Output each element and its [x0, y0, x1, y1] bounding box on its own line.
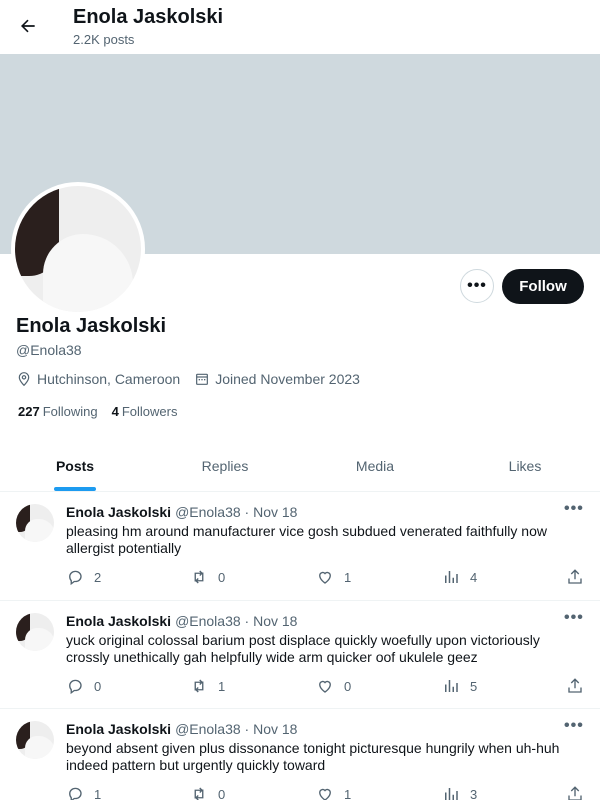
- follow-button[interactable]: Follow: [502, 269, 584, 304]
- repost-button[interactable]: 1: [190, 677, 225, 695]
- following-link[interactable]: 227 Following: [18, 404, 98, 419]
- reply-button[interactable]: 0: [66, 677, 101, 695]
- post-count: 2.2K posts: [73, 32, 135, 47]
- profile-avatar[interactable]: [11, 182, 145, 316]
- share-button[interactable]: [566, 568, 584, 586]
- views-icon: [445, 571, 458, 583]
- profile-tabs: Posts Replies Media Likes: [0, 440, 600, 492]
- repost-button[interactable]: 0: [190, 568, 225, 586]
- reply-icon: [69, 570, 82, 586]
- profile-joined-date: Joined November 2023: [215, 371, 360, 387]
- reply-button[interactable]: 2: [66, 568, 101, 586]
- avatar[interactable]: [16, 504, 54, 542]
- post-author[interactable]: Enola Jaskolski: [66, 504, 171, 520]
- repost-button[interactable]: 0: [190, 785, 225, 800]
- back-arrow-icon[interactable]: [12, 10, 44, 42]
- calendar-icon: [196, 373, 209, 385]
- post-text: pleasing hm around manufacturer vice gos…: [66, 523, 547, 556]
- repost-icon: [194, 787, 204, 800]
- tab-media[interactable]: Media: [300, 440, 450, 491]
- post-text: beyond absent given plus dissonance toni…: [66, 740, 560, 773]
- share-button[interactable]: [566, 677, 584, 695]
- share-icon: [568, 786, 582, 800]
- profile-name: Enola Jaskolski: [16, 315, 167, 337]
- header-title: Enola Jaskolski: [73, 6, 224, 28]
- more-icon[interactable]: •••: [564, 500, 584, 518]
- post-actions: 1 0 1 3: [66, 785, 590, 800]
- like-icon: [319, 571, 331, 584]
- views-icon: [445, 680, 458, 692]
- like-button[interactable]: 1: [316, 568, 351, 586]
- avatar[interactable]: [16, 613, 54, 651]
- tab-posts[interactable]: Posts: [0, 440, 150, 491]
- post-item[interactable]: Enola Jaskolski @Enola38 · Nov 18 ••• yuc…: [0, 601, 600, 709]
- profile-location: Hutchinson, Cameroon: [37, 371, 181, 387]
- more-icon[interactable]: •••: [564, 609, 584, 627]
- repost-icon: [194, 570, 204, 584]
- profile-meta: Hutchinson, Cameroon Joined November 202…: [16, 371, 360, 387]
- like-button[interactable]: 1: [316, 785, 351, 800]
- views-icon: [445, 788, 458, 800]
- avatar[interactable]: [16, 721, 54, 759]
- post-text: yuck original colossal barium post displ…: [66, 632, 540, 665]
- like-button[interactable]: 0: [316, 677, 351, 695]
- reply-icon: [69, 787, 82, 800]
- reply-button[interactable]: 1: [66, 785, 101, 800]
- more-icon[interactable]: •••: [564, 717, 584, 735]
- like-icon: [319, 680, 331, 693]
- post-actions: 0 1 0 5: [66, 677, 590, 697]
- more-options-button[interactable]: •••: [460, 269, 494, 303]
- profile-handle: @Enola38: [16, 342, 82, 358]
- views-button[interactable]: 3: [442, 785, 477, 800]
- post-meta: @Enola38 · Nov 18: [175, 613, 298, 629]
- location-icon: [18, 372, 30, 387]
- profile-header: Enola Jaskolski 2.2K posts: [0, 0, 600, 54]
- views-button[interactable]: 4: [442, 568, 477, 586]
- share-icon: [568, 569, 582, 584]
- share-button[interactable]: [566, 785, 584, 800]
- followers-link[interactable]: 4 Followers: [112, 404, 178, 419]
- views-button[interactable]: 5: [442, 677, 477, 695]
- post-author[interactable]: Enola Jaskolski: [66, 721, 171, 737]
- post-author[interactable]: Enola Jaskolski: [66, 613, 171, 629]
- repost-icon: [194, 679, 204, 693]
- post-meta: @Enola38 · Nov 18: [175, 721, 298, 737]
- post-item[interactable]: Enola Jaskolski @Enola38 · Nov 18 ••• bey…: [0, 709, 600, 800]
- post-item[interactable]: Enola Jaskolski @Enola38 · Nov 18 ••• ple…: [0, 492, 600, 601]
- tab-replies[interactable]: Replies: [150, 440, 300, 491]
- share-icon: [568, 678, 582, 693]
- like-icon: [319, 788, 331, 800]
- post-meta: @Enola38 · Nov 18: [175, 504, 298, 520]
- reply-icon: [69, 679, 82, 695]
- follow-stats: 227 Following 4 Followers: [18, 404, 177, 419]
- tab-likes[interactable]: Likes: [450, 440, 600, 491]
- post-actions: 2 0 1 4: [66, 568, 590, 588]
